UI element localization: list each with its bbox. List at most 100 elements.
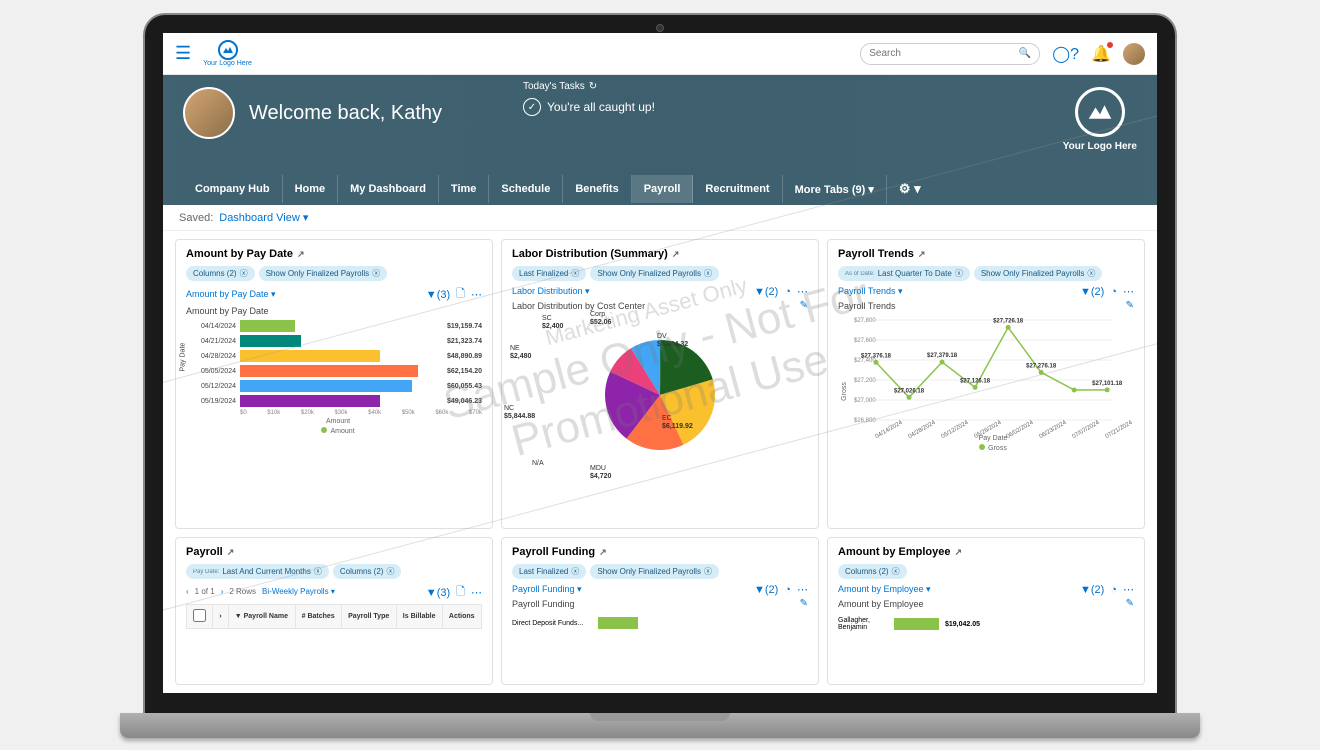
search-field[interactable] <box>869 48 1019 59</box>
chart-type-dropdown[interactable]: Payroll Trends ▾ <box>838 286 903 297</box>
chart-icon[interactable]: ◔ <box>1110 286 1117 298</box>
remove-pill-icon[interactable]: ⓧ <box>386 566 394 577</box>
filter-pill-finalized[interactable]: Show Only Finalized Payrollsⓧ <box>259 266 388 281</box>
logo-text: Your Logo Here <box>203 60 252 67</box>
edit-icon[interactable]: ✎ <box>1126 598 1134 609</box>
tab-my-dashboard[interactable]: My Dashboard <box>338 175 439 203</box>
logo-small[interactable]: Your Logo Here <box>203 40 252 67</box>
dashboard-grid: Amount by Pay Date↗ Columns (2)ⓧ Show On… <box>163 231 1157 693</box>
chart-icon[interactable]: ◔ <box>784 286 791 298</box>
tab-payroll[interactable]: Payroll <box>632 175 694 203</box>
filter-icon[interactable]: ▼(2) <box>1080 584 1104 596</box>
export-icon[interactable]: 🗋 <box>456 285 465 304</box>
hero-logo: Your Logo Here <box>1063 87 1137 152</box>
remove-pill-icon[interactable]: ⓧ <box>892 566 900 577</box>
filter-icon[interactable]: ▼(3) <box>426 587 450 599</box>
svg-text:$27,726.18: $27,726.18 <box>993 318 1024 324</box>
column-billable[interactable]: Is Billable <box>396 605 442 629</box>
tab-company-hub[interactable]: Company Hub <box>183 175 283 203</box>
filter-icon[interactable]: ▼(2) <box>1080 286 1104 298</box>
chart-icon[interactable]: ◔ <box>784 584 791 596</box>
edit-icon[interactable]: ✎ <box>1126 300 1134 311</box>
chart-icon[interactable]: ◔ <box>1110 584 1117 596</box>
chart-type-dropdown[interactable]: Amount by Employee ▾ <box>838 584 931 595</box>
filter-pill[interactable]: Last Finalizedⓧ <box>512 564 586 579</box>
tab-time[interactable]: Time <box>439 175 489 203</box>
column-payroll-name[interactable]: ▼ Payroll Name <box>228 605 295 629</box>
chart-type-dropdown[interactable]: Payroll Funding ▾ <box>512 584 582 595</box>
remove-pill-icon[interactable]: ⓧ <box>372 268 380 279</box>
edit-icon[interactable]: ✎ <box>800 300 808 311</box>
expand-icon[interactable]: ↗ <box>297 249 305 260</box>
filter-icon[interactable]: ▼(2) <box>754 584 778 596</box>
chart-subtitle: Labor Distribution by Cost Center <box>512 301 645 311</box>
refresh-icon[interactable]: ↻ <box>589 81 597 92</box>
expand-icon[interactable]: ↗ <box>672 249 680 260</box>
remove-pill-icon[interactable]: ⓧ <box>955 268 963 279</box>
expand-icon[interactable]: ↗ <box>599 547 607 558</box>
user-avatar[interactable] <box>1123 43 1145 65</box>
chart-type-dropdown[interactable]: Amount by Pay Date ▾ <box>186 289 276 300</box>
more-icon[interactable]: ⋯ <box>471 288 482 301</box>
more-icon[interactable]: ⋯ <box>797 285 808 298</box>
filter-pill[interactable]: As of Date:Last Quarter To Dateⓧ <box>838 266 970 281</box>
svg-text:$27,000: $27,000 <box>854 398 876 404</box>
more-icon[interactable]: ⋯ <box>471 586 482 599</box>
filter-pill[interactable]: Show Only Finalized Payrollsⓧ <box>974 266 1103 281</box>
remove-pill-icon[interactable]: ⓧ <box>704 268 712 279</box>
funding-row: Direct Deposit Funds... <box>512 617 808 629</box>
filter-icon[interactable]: ▼(2) <box>754 286 778 298</box>
remove-pill-icon[interactable]: ⓧ <box>1087 268 1095 279</box>
remove-pill-icon[interactable]: ⓧ <box>704 566 712 577</box>
edit-icon[interactable]: ✎ <box>800 598 808 609</box>
expand-icon[interactable]: ↗ <box>918 249 926 260</box>
chart-type-dropdown[interactable]: Labor Distribution ▾ <box>512 286 590 297</box>
more-icon[interactable]: ⋯ <box>797 583 808 596</box>
chart-subtitle: Payroll Trends <box>838 301 896 311</box>
bar-row: 05/19/2024$49,046.23 <box>194 395 482 407</box>
saved-view-row: Saved: Dashboard View ▾ <box>163 205 1157 231</box>
filter-pill[interactable]: Show Only Finalized Payrollsⓧ <box>590 564 719 579</box>
nav-settings-gear-icon[interactable]: ⚙ ▾ <box>887 173 933 205</box>
filter-pill[interactable]: Columns (2)ⓧ <box>333 564 402 579</box>
pie-chart: Corp$52.06DV$5,484.32EC$6,119.92MDU$4,72… <box>512 315 808 475</box>
column-batches[interactable]: # Batches <box>295 605 342 629</box>
next-page-icon[interactable]: › <box>221 587 224 596</box>
checkbox-column[interactable] <box>187 605 213 629</box>
remove-pill-icon[interactable]: ⓧ <box>314 566 322 577</box>
expand-icon[interactable]: ↗ <box>954 547 962 558</box>
remove-pill-icon[interactable]: ⓧ <box>240 268 248 279</box>
filter-pill[interactable]: Columns (2)ⓧ <box>838 564 907 579</box>
column-type[interactable]: Payroll Type <box>342 605 397 629</box>
svg-text:$27,276.18: $27,276.18 <box>1026 363 1057 369</box>
tab-schedule[interactable]: Schedule <box>489 175 563 203</box>
y-axis-label: Pay Date <box>180 342 187 371</box>
notifications-bell-icon[interactable]: 🔔 <box>1091 44 1111 64</box>
tab-home[interactable]: Home <box>283 175 339 203</box>
filter-pill[interactable]: Show Only Finalized Payrollsⓧ <box>590 266 719 281</box>
export-icon[interactable]: 🗋 <box>456 583 465 602</box>
more-icon[interactable]: ⋯ <box>1123 583 1134 596</box>
search-input[interactable]: 🔍 <box>860 43 1040 65</box>
help-icon[interactable]: ◯? <box>1052 44 1079 64</box>
hamburger-menu-icon[interactable]: ☰ <box>175 43 191 64</box>
profile-avatar[interactable] <box>183 87 235 139</box>
remove-pill-icon[interactable]: ⓧ <box>571 268 579 279</box>
expand-icon[interactable]: ↗ <box>227 547 235 558</box>
svg-text:$26,800: $26,800 <box>854 418 876 424</box>
filter-pill[interactable]: Last Finalizedⓧ <box>512 266 586 281</box>
payroll-group-dropdown[interactable]: Bi-Weekly Payrolls ▾ <box>262 587 335 596</box>
dashboard-view-dropdown[interactable]: Dashboard View ▾ <box>219 211 308 224</box>
more-icon[interactable]: ⋯ <box>1123 285 1134 298</box>
select-all-checkbox[interactable] <box>193 609 206 622</box>
tab-more[interactable]: More Tabs (9) ▾ <box>783 175 887 204</box>
chart-subtitle: Payroll Funding <box>512 599 575 609</box>
filter-pill-columns[interactable]: Columns (2)ⓧ <box>186 266 255 281</box>
prev-page-icon[interactable]: ‹ <box>186 587 189 596</box>
funding-label: Direct Deposit Funds... <box>512 620 592 627</box>
filter-icon[interactable]: ▼(3) <box>426 289 450 301</box>
remove-pill-icon[interactable]: ⓧ <box>571 566 579 577</box>
tab-recruitment[interactable]: Recruitment <box>693 175 782 203</box>
filter-pill[interactable]: Pay Date:Last And Current Monthsⓧ <box>186 564 329 579</box>
tab-benefits[interactable]: Benefits <box>563 175 631 203</box>
